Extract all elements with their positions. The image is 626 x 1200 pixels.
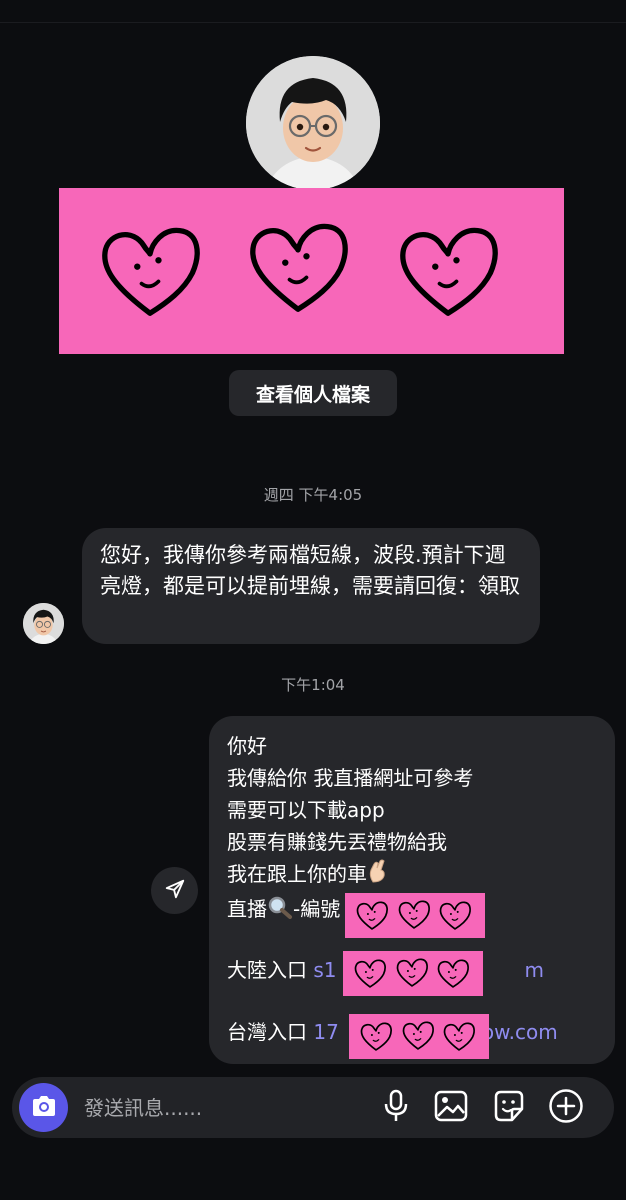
message-text: 直播 bbox=[227, 897, 267, 921]
message-line: 需要可以下載app bbox=[227, 798, 385, 822]
message-line: 股票有賺錢先丟禮物給我 bbox=[227, 830, 447, 854]
gallery-icon bbox=[434, 1090, 468, 1126]
sticker-icon bbox=[492, 1089, 526, 1127]
message-text: 台灣入口 bbox=[227, 1020, 307, 1044]
top-divider bbox=[0, 22, 626, 23]
redaction-sticker bbox=[345, 893, 485, 938]
outgoing-message-bubble[interactable]: 你好 我傳給你 我直播網址可參考 需要可以下載app 股票有賺錢先丟禮物給我 我… bbox=[209, 716, 615, 1064]
send-icon bbox=[164, 878, 186, 904]
profile-avatar[interactable] bbox=[246, 56, 380, 190]
timestamp: 下午1:04 bbox=[281, 676, 345, 694]
camera-icon bbox=[30, 1094, 58, 1122]
timestamp: 週四 下午4:05 bbox=[263, 486, 363, 504]
view-profile-button[interactable]: 查看個人檔案 bbox=[229, 370, 397, 416]
message-text: -編號 bbox=[293, 897, 341, 921]
sender-avatar[interactable] bbox=[23, 603, 64, 644]
message-text: 大陸入口 bbox=[227, 958, 307, 982]
microphone-icon bbox=[382, 1089, 410, 1127]
magnifier-emoji bbox=[267, 895, 293, 928]
plus-icon bbox=[548, 1088, 584, 1128]
incoming-message-text: 您好，我傳你參考兩檔短線，波段.預計下週亮燈，都是可以提前埋線，需要請回復：領取 bbox=[100, 543, 520, 598]
camera-button[interactable] bbox=[19, 1083, 68, 1132]
live-stream-link[interactable]: s1 bbox=[313, 958, 336, 982]
incoming-message-bubble[interactable]: 您好，我傳你參考兩檔短線，波段.預計下週亮燈，都是可以提前埋線，需要請回復：領取 bbox=[82, 528, 540, 644]
live-stream-link[interactable]: 17 bbox=[313, 1020, 338, 1044]
redaction-sticker bbox=[349, 1014, 489, 1059]
message-line: 我在跟上你的車 bbox=[227, 858, 597, 893]
message-composer bbox=[12, 1077, 614, 1138]
redaction-sticker bbox=[59, 188, 564, 354]
message-line: 你好 bbox=[227, 734, 267, 758]
message-line: 我傳給你 我直播網址可參考 bbox=[227, 766, 474, 790]
gallery-button[interactable] bbox=[432, 1089, 470, 1127]
microphone-button[interactable] bbox=[377, 1089, 415, 1127]
sticker-button[interactable] bbox=[490, 1089, 528, 1127]
more-options-button[interactable] bbox=[547, 1089, 585, 1127]
crossed-fingers-emoji bbox=[367, 858, 389, 893]
live-stream-link-end[interactable]: m bbox=[525, 958, 544, 982]
share-button[interactable] bbox=[151, 867, 198, 914]
message-input[interactable] bbox=[82, 1092, 326, 1124]
message-text: 我在跟上你的車 bbox=[227, 862, 367, 886]
redaction-sticker bbox=[343, 951, 483, 996]
